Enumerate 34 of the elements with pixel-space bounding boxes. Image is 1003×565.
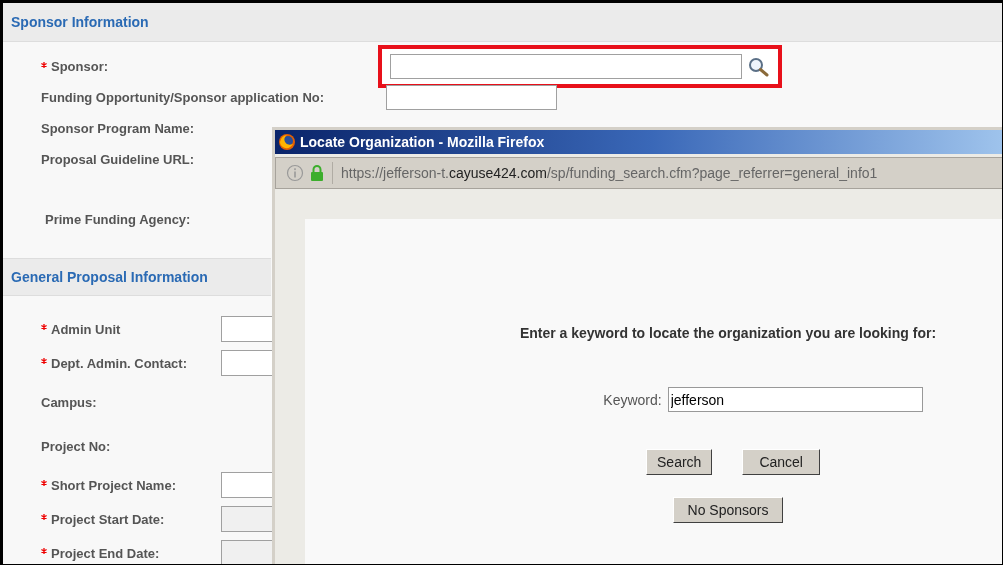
- field-label: Admin Unit: [51, 321, 121, 337]
- keyword-label: Keyword:: [603, 391, 662, 408]
- lock-icon: [310, 164, 324, 182]
- required-icon: [41, 548, 47, 554]
- field-label: Project End Date:: [51, 545, 160, 561]
- required-icon: [41, 61, 47, 68]
- info-icon[interactable]: [286, 164, 304, 182]
- required-icon: [41, 358, 47, 364]
- section-title: Sponsor Information: [11, 14, 149, 30]
- url-text[interactable]: https://jefferson-t.cayuse424.com/sp/funding_search.cfm?page_referrer=general_info1: [341, 165, 878, 181]
- keyword-field[interactable]: jefferson: [667, 387, 923, 412]
- browser-logo-icon: [278, 133, 296, 151]
- field-label: Funding Opportunity/Sponsor application No:: [41, 90, 325, 105]
- field-label: Proposal Guideline URL:: [41, 152, 195, 167]
- required-icon: [41, 514, 47, 520]
- dialog-button[interactable]: Cancel: [742, 449, 820, 475]
- window-title: Locate Organization - Mozilla Firefox: [300, 134, 545, 150]
- dialog-button[interactable]: Search: [646, 449, 713, 475]
- sponsor-field[interactable]: [390, 54, 742, 79]
- field-label: Prime Funding Agency:: [45, 211, 191, 227]
- input-field[interactable]: [386, 85, 557, 110]
- field-label: Campus:: [41, 394, 97, 410]
- field-label: Project Start Date:: [51, 511, 165, 527]
- instruction-text: Enter a keyword to locate the organization you are looking for:: [519, 325, 937, 341]
- section-title: General Proposal Information: [11, 269, 208, 285]
- field-label: Project No:: [41, 438, 111, 454]
- field-label: Dept. Admin. Contact:: [51, 355, 187, 371]
- required-icon: [41, 324, 47, 330]
- no-sponsors-button[interactable]: No Sponsors: [672, 497, 784, 523]
- field-label: Sponsor Program Name:: [41, 121, 195, 136]
- required-icon: [41, 480, 47, 486]
- field-label: Short Project Name:: [51, 477, 176, 493]
- search-icon[interactable]: [748, 56, 770, 77]
- field-label: Sponsor:: [51, 59, 109, 74]
